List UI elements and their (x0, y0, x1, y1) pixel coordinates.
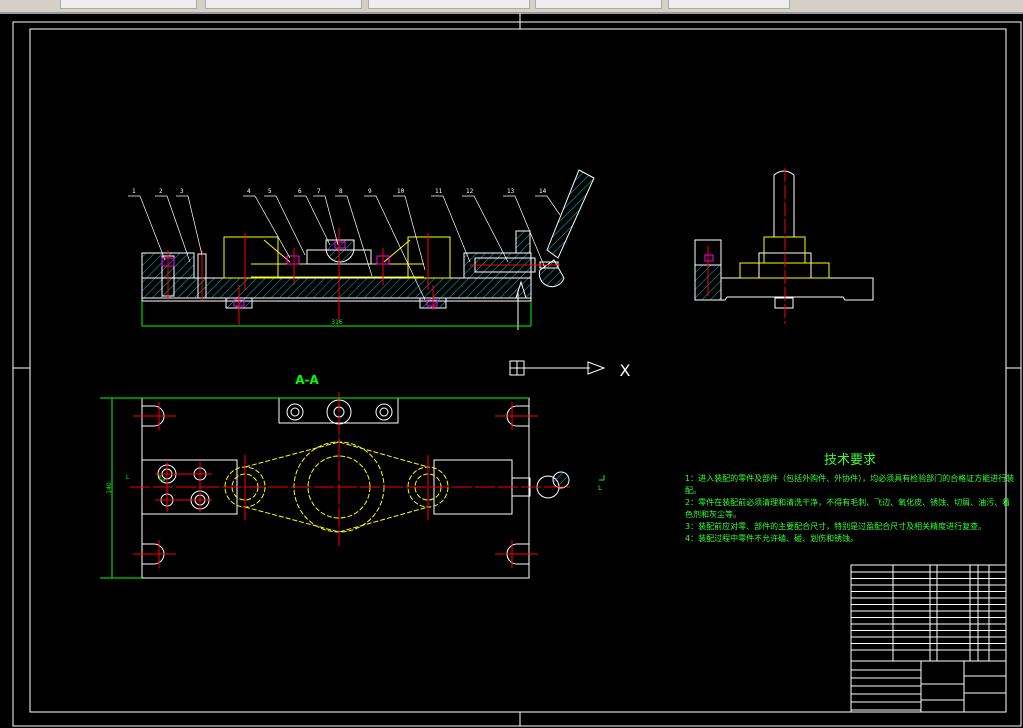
ucs-icon (509, 360, 606, 376)
leader-line (535, 195, 561, 216)
leader-line (462, 195, 509, 263)
part-number-label: 9 (368, 188, 372, 195)
tech-requirements-title: 技术要求 (823, 453, 876, 468)
tech-requirement-item: 2：零件在装配前必须清理和清洗干净，不得有毛刺、飞边、氧化皮、锈蚀、切屑、油污、… (685, 498, 1011, 519)
technical-requirements: 技术要求 1：进入装配的零件及部件（包括外购件、外协件），均必须具有检验部门的合… (685, 453, 1015, 545)
part-number-label: 7 (317, 188, 321, 195)
leader-line (243, 195, 291, 259)
section-mark-left: L (126, 474, 130, 481)
title-block (850, 564, 1007, 713)
tech-requirement-item: 4：装配过程中零件不允许磕、碰、划伤和锈蚀。 (685, 534, 859, 543)
drawing-canvas[interactable]: 316 1 2 3 4 5 6 7 8 9 10 11 12 13 14 X A-A (0, 0, 1023, 728)
length-dimension: 316 (331, 319, 343, 326)
leader-line (393, 195, 426, 271)
part-number-label: 12 (466, 188, 474, 195)
leader-line (155, 195, 191, 263)
side-view (694, 168, 874, 324)
leader-line (176, 195, 203, 256)
width-dimension: 140 (106, 482, 113, 494)
part-number-label: 5 (268, 188, 272, 195)
section-mark-right: L (598, 484, 602, 492)
part-number-label: 2 (159, 188, 163, 195)
section-view: 140 L L (100, 392, 605, 579)
tech-requirement-item: 1：进入装配的零件及部件（包括外购件、外协件），均必须具有检验部门的合格证方能进… (685, 474, 1015, 495)
leader-line (294, 195, 331, 246)
part-number-label: 13 (507, 188, 515, 195)
part-number-label: 6 (298, 188, 302, 195)
part-number-label: 14 (539, 188, 547, 195)
part-number-label: 1 (132, 188, 136, 195)
ucs-x-label: X (620, 361, 631, 380)
tech-requirement-item: 3：装配前应对零、部件的主要配合尺寸，特别是过盈配合尺寸及相关精度进行复查。 (685, 522, 987, 531)
inner-border (29, 28, 1007, 713)
part-number-label: 3 (180, 188, 184, 195)
leader-line (313, 195, 339, 246)
leader-line (264, 195, 306, 256)
part-number-label: 11 (435, 188, 443, 195)
section-title: A-A (295, 373, 319, 387)
leader-line (128, 195, 166, 261)
part-number-label: 4 (247, 188, 251, 195)
part-number-label: 8 (339, 188, 343, 195)
part-number-label: 10 (397, 188, 405, 195)
